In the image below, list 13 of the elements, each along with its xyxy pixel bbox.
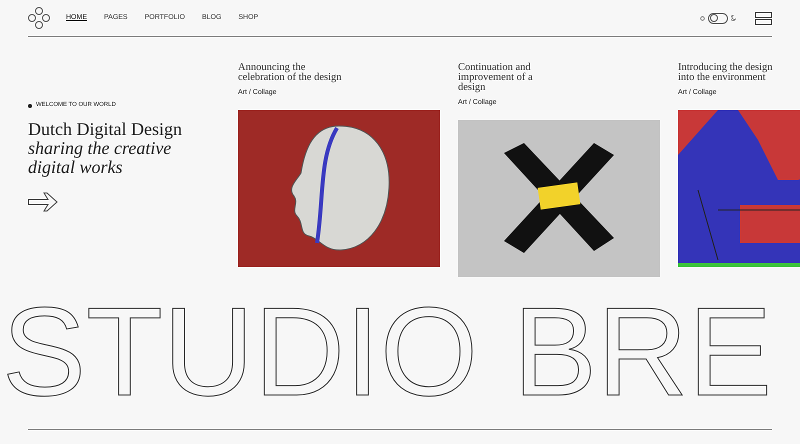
card-title[interactable]: Continuation and improvement of a design <box>458 63 562 93</box>
sun-icon <box>700 16 705 20</box>
card-title[interactable]: Introducing the design into the environment <box>678 63 782 83</box>
bullet-icon <box>28 104 32 108</box>
menu-icon[interactable] <box>755 12 772 24</box>
card-title[interactable]: Announcing the celebration of the design <box>238 63 342 83</box>
hero-title: Dutch Digital Design <box>28 119 183 139</box>
moon-icon <box>731 15 736 21</box>
theme-toggle[interactable] <box>708 12 728 24</box>
arrow-right-icon[interactable] <box>28 192 58 212</box>
logo-icon[interactable] <box>28 7 50 29</box>
outline-banner-text: STUDIO BRE <box>2 297 772 407</box>
hero-subtitle: sharing the creative digital works <box>28 139 172 177</box>
